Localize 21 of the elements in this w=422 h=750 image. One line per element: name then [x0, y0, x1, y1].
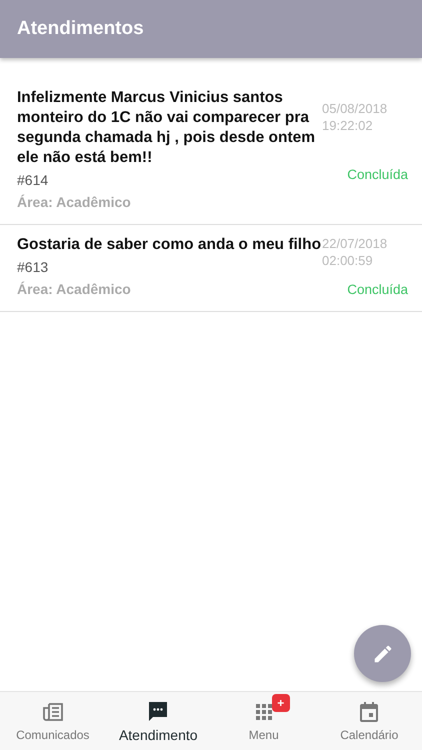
nav-tab[interactable]: + Menu	[211, 692, 316, 750]
ticket-time: 02:00:59	[322, 252, 374, 269]
notification-badge: +	[272, 694, 290, 712]
ticket-number: #614	[17, 172, 50, 188]
nav-tab[interactable]: Comunicados	[0, 692, 106, 750]
newspaper-icon	[40, 700, 65, 724]
ticket-status: Concluída	[347, 167, 408, 182]
nav-tab[interactable]: Atendimento	[106, 692, 211, 750]
ticket-date: 22/07/2018	[322, 235, 388, 252]
ticket-message: Infelizmente Marcus Vinicius santos monteiro do 1C não vai comparecer pra segunda chamada hj , pois desde ontem ele não está bem!!	[17, 88, 316, 168]
ticket-message: Gostaria de saber como anda o meu filho	[17, 235, 322, 255]
ticket-time: 19:22:02	[322, 117, 374, 134]
compose-button[interactable]	[354, 625, 411, 682]
nav-tab[interactable]: Calendário	[316, 692, 422, 750]
ticket-area: Área: Acadêmico	[17, 194, 322, 210]
ticket-item[interactable]: Gostaria de saber como anda o meu filho #613 Área: Acadêmico 22/07/2018 02:00:59 Concluída	[0, 225, 422, 312]
ticket-status: Concluída	[347, 282, 408, 297]
ticket-number: #613	[17, 259, 50, 275]
ticket-date: 05/08/2018	[322, 100, 388, 117]
ticket-area: Área: Acadêmico	[17, 281, 322, 297]
page-title: Atendimentos	[17, 18, 144, 40]
